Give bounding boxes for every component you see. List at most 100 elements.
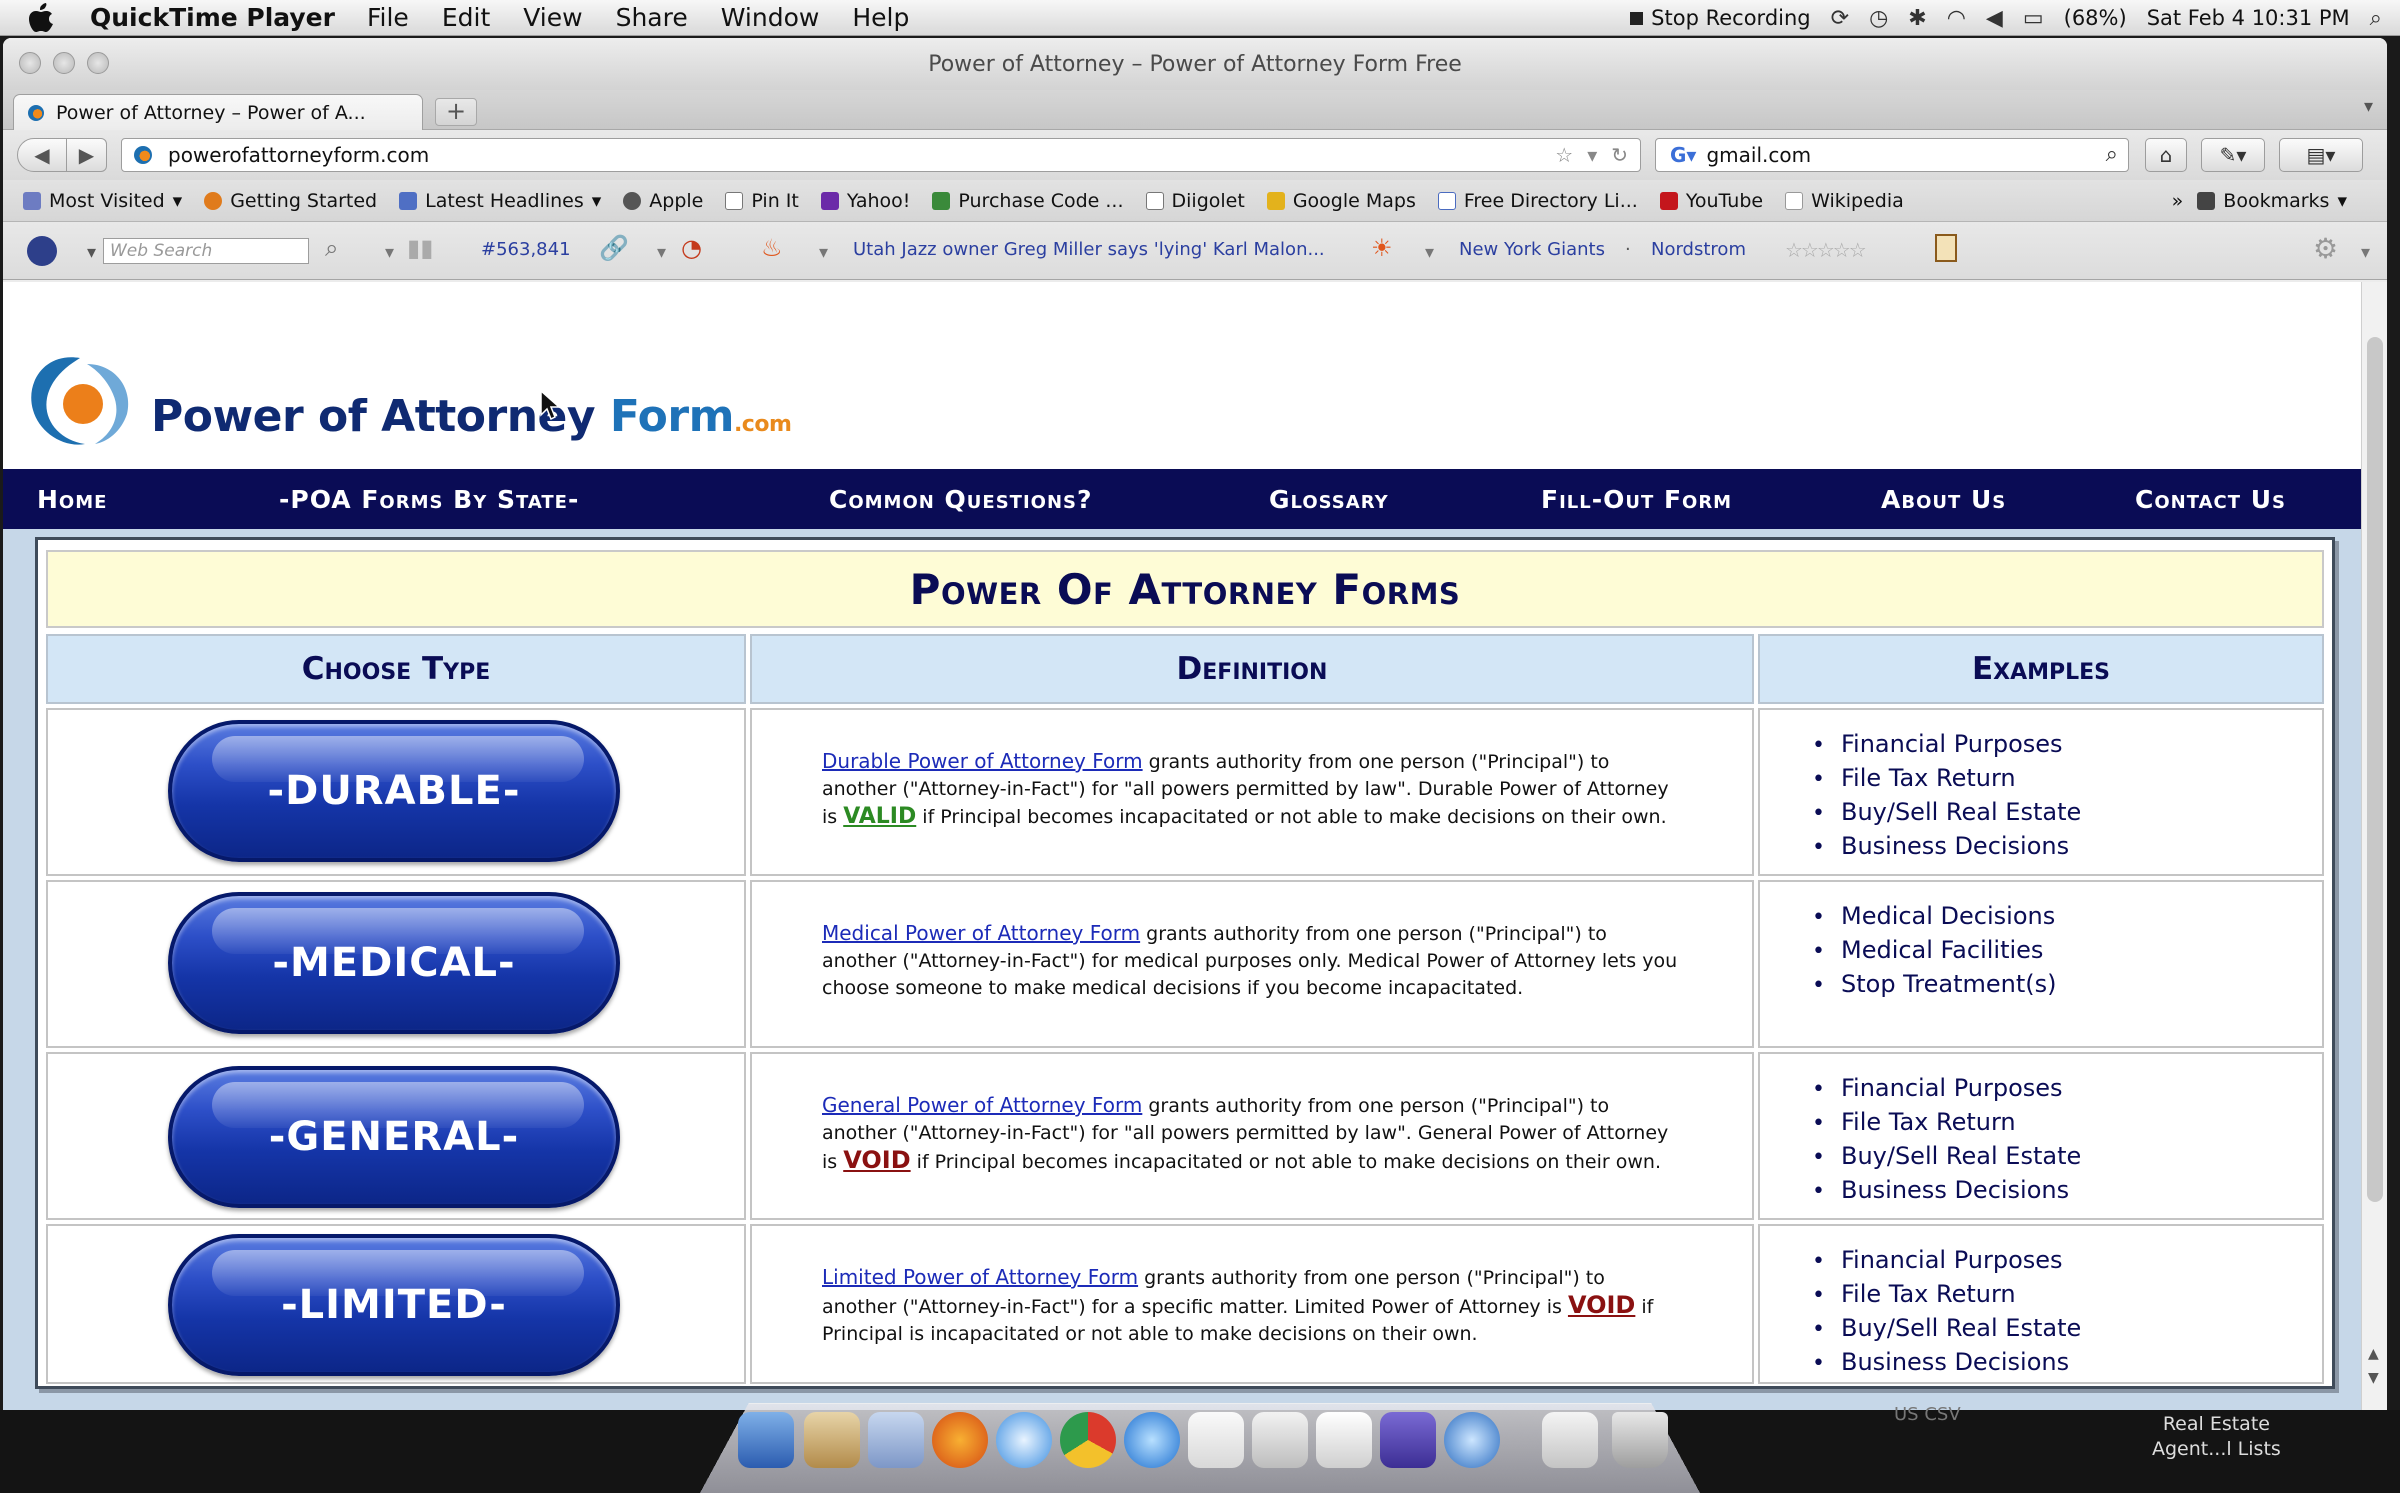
general-button[interactable]: -GENERAL- [168, 1066, 620, 1208]
home-button[interactable]: ⌂ [2145, 138, 2187, 172]
preview-icon[interactable] [868, 1412, 924, 1468]
menu-edit[interactable]: Edit [442, 3, 490, 32]
dropdown-icon[interactable]: ▾ [819, 242, 828, 263]
bookmark-purchase-code[interactable]: Purchase Code ... [932, 190, 1124, 212]
bookmark-most-visited[interactable]: Most Visited ▾ [23, 190, 182, 212]
search-icon[interactable]: ⌕ [325, 234, 338, 262]
dropdown-icon[interactable]: ▾ [1425, 242, 1434, 263]
nav-common-questions[interactable]: Common Questions? [829, 485, 1092, 514]
durable-button[interactable]: -DURABLE- [168, 720, 620, 862]
reload-icon[interactable]: ↻ [1611, 143, 1628, 167]
battery-percent[interactable]: (68%) [2064, 6, 2127, 30]
notebook-icon[interactable] [1935, 234, 1957, 262]
url-text[interactable]: powerofattorneyform.com [168, 143, 429, 167]
search-value[interactable]: gmail.com [1706, 143, 1811, 167]
bookmark-getting-started[interactable]: Getting Started [204, 190, 377, 212]
site-identity-icon[interactable] [134, 146, 152, 164]
menu-window[interactable]: Window [721, 3, 820, 32]
app-name[interactable]: QuickTime Player [90, 3, 335, 32]
nav-about-us[interactable]: About Us [1881, 485, 2006, 514]
link-nordstrom[interactable]: Nordstrom [1651, 239, 1746, 260]
medical-form-link[interactable]: Medical Power of Attorney Form [822, 921, 1140, 945]
bookmark-yahoo[interactable]: Yahoo! [820, 190, 910, 212]
link-new-york-giants[interactable]: New York Giants [1459, 239, 1605, 260]
bookmark-diigolet[interactable]: Diigolet [1145, 190, 1245, 212]
scrollbar-thumb[interactable] [2367, 337, 2383, 1202]
bookmark-apple[interactable]: Apple [623, 190, 703, 212]
url-bar[interactable]: powerofattorneyform.com ☆ ▾ ↻ [121, 138, 1641, 172]
bookmark-youtube[interactable]: YouTube [1659, 190, 1763, 212]
menu-help[interactable]: Help [852, 3, 909, 32]
bookmark-wikipedia[interactable]: Wikipedia [1785, 190, 1904, 212]
trash-icon[interactable] [1612, 1412, 1668, 1468]
google-icon[interactable]: G▾ [1670, 143, 1696, 167]
page-scrollbar[interactable]: ▲ ▼ [2361, 282, 2387, 1410]
minimize-button[interactable] [53, 52, 75, 74]
chevron-right-icon[interactable]: » [2172, 190, 2184, 212]
gear-icon[interactable]: ⚙ [2313, 232, 2338, 265]
menu-view[interactable]: View [523, 3, 582, 32]
bookmarks-menu-button[interactable]: Bookmarks ▾ [2197, 190, 2347, 212]
medical-button[interactable]: -MEDICAL- [168, 892, 620, 1034]
internet-explorer-icon[interactable] [1124, 1412, 1180, 1468]
desktop-file-label[interactable]: US CSV [1894, 1404, 1961, 1425]
notes-icon[interactable] [1316, 1412, 1372, 1468]
close-button[interactable] [19, 52, 41, 74]
chrome-icon[interactable] [1060, 1412, 1116, 1468]
safari-icon[interactable] [996, 1412, 1052, 1468]
network-icon[interactable] [1444, 1412, 1500, 1468]
site-logo[interactable]: Power of Attorney Form.com [25, 352, 792, 452]
link-icon[interactable]: 🔗 [599, 234, 629, 262]
volume-icon[interactable]: ◀ [1986, 6, 2003, 31]
scroll-down-icon[interactable]: ▼ [2368, 1370, 2379, 1386]
nav-fill-out-form[interactable]: Fill-Out Form [1541, 485, 1732, 514]
acrobat-icon[interactable] [1188, 1412, 1244, 1468]
weather-icon[interactable]: ☀ [1371, 234, 1393, 262]
tab-active[interactable]: Power of Attorney – Power of A... [13, 94, 423, 130]
bookmark-latest-headlines[interactable]: Latest Headlines ▾ [399, 190, 601, 212]
nav-contact-us[interactable]: Contact Us [2135, 485, 2286, 514]
menu-file[interactable]: File [367, 3, 409, 32]
document-icon[interactable] [1252, 1412, 1308, 1468]
scroll-up-icon[interactable]: ▲ [2368, 1346, 2379, 1362]
menu-share[interactable]: Share [616, 3, 688, 32]
rating-stars-icon[interactable]: ☆☆☆☆☆ [1785, 238, 1867, 262]
dropdown-icon[interactable]: ▾ [87, 242, 96, 263]
dropdown-icon[interactable]: ▾ [657, 242, 666, 263]
camtasia-icon[interactable] [1380, 1412, 1436, 1468]
star-icon[interactable]: ☆ [1555, 143, 1573, 167]
nav-poa-forms-by-state[interactable]: -POA Forms By State- [279, 485, 579, 514]
nav-glossary[interactable]: Glossary [1269, 485, 1389, 514]
durable-form-link[interactable]: Durable Power of Attorney Form [822, 749, 1143, 773]
battery-icon[interactable]: ▭ [2023, 6, 2044, 31]
stack-icon[interactable] [1542, 1412, 1598, 1468]
desktop-folder-label[interactable]: Real Estate Agent...l Lists [2152, 1412, 2281, 1462]
bookmark-pin-it[interactable]: Pin It [725, 190, 799, 212]
photo-app-icon[interactable] [804, 1412, 860, 1468]
spotlight-icon[interactable]: ⌕ [2370, 6, 2382, 31]
clock[interactable]: Sat Feb 4 10:31 PM [2147, 6, 2350, 30]
forward-button[interactable]: ▶ [67, 138, 107, 172]
web-search-input[interactable]: Web Search [103, 238, 309, 264]
timer-icon[interactable]: ◔ [681, 234, 702, 262]
general-form-link[interactable]: General Power of Attorney Form [822, 1093, 1142, 1117]
bluetooth-icon[interactable]: ✱ [1908, 6, 1926, 31]
nav-home[interactable]: Home [37, 485, 107, 514]
addon-button[interactable]: ▤▾ [2279, 138, 2363, 172]
time-machine-icon[interactable]: ◷ [1869, 6, 1888, 31]
limited-form-link[interactable]: Limited Power of Attorney Form [822, 1265, 1138, 1289]
bar-chart-icon[interactable]: ▮▮ [407, 234, 433, 262]
rank-count[interactable]: #563,841 [481, 239, 571, 260]
flame-icon[interactable]: ♨ [761, 234, 783, 262]
firefox-icon[interactable] [932, 1412, 988, 1468]
stop-recording-button[interactable]: Stop Recording [1630, 6, 1811, 30]
news-headline-link[interactable]: Utah Jazz owner Greg Miller says 'lying'… [853, 239, 1325, 260]
extension-button[interactable]: ✎▾ [2201, 138, 2265, 172]
new-tab-button[interactable]: + [435, 98, 477, 126]
bookmark-free-directory[interactable]: Free Directory Li... [1437, 190, 1638, 212]
dropdown-icon[interactable]: ▾ [2361, 242, 2370, 263]
url-dropdown-icon[interactable]: ▾ [1587, 143, 1597, 167]
zoom-button[interactable] [87, 52, 109, 74]
limited-button[interactable]: -LIMITED- [168, 1234, 620, 1376]
apple-icon[interactable] [28, 2, 64, 33]
